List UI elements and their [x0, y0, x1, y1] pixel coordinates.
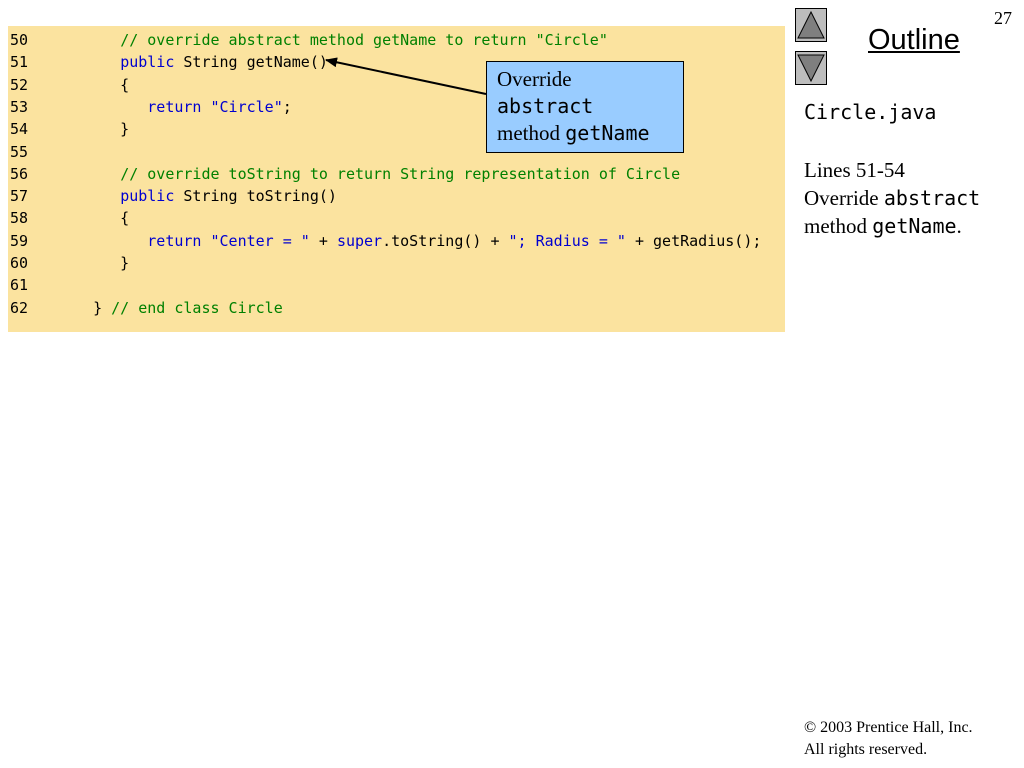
- code-token: "Center = ": [210, 231, 310, 250]
- code-line-2: 52 {: [8, 74, 129, 96]
- line-number: 56: [10, 164, 29, 183]
- line-number: 52: [10, 75, 29, 94]
- code-line-3: 53 return "Circle";: [8, 96, 292, 118]
- code-token: {: [66, 209, 130, 228]
- desc-line-1: Override abstract: [804, 184, 980, 212]
- callout-line-1: Override: [497, 67, 572, 91]
- line-number: 61: [10, 276, 29, 295]
- code-token: "Circle": [210, 97, 283, 116]
- line-number: 57: [10, 187, 29, 206]
- code-token: String toString(): [174, 187, 337, 206]
- callout-line-3-prefix: method: [497, 121, 566, 145]
- code-token: }: [66, 254, 130, 272]
- line-number: 53: [10, 97, 29, 116]
- down-triangle-icon: [797, 54, 825, 83]
- next-slide-button[interactable]: [795, 51, 827, 85]
- desc-period: .: [956, 214, 962, 238]
- line-number: 60: [10, 254, 29, 272]
- code-line-6: 56 // override toString to return String…: [8, 163, 680, 185]
- code-line-5: 55: [8, 141, 66, 163]
- code-token: // override toString to return String re…: [120, 164, 681, 183]
- callout-line-3-mono: getName: [565, 121, 650, 145]
- code-token: return: [147, 97, 202, 116]
- line-number: 51: [10, 53, 29, 72]
- code-token: // override abstract method getName to r…: [120, 31, 608, 49]
- code-token: return: [147, 231, 202, 250]
- desc-method: method: [804, 214, 873, 238]
- lines-label: Lines 51-54: [804, 158, 905, 182]
- code-token: // end class Circle: [111, 298, 283, 317]
- code-token: + getRadius();: [625, 231, 762, 250]
- up-triangle-icon: [797, 10, 825, 39]
- line-number: 58: [10, 209, 29, 228]
- code-token: ;: [282, 97, 292, 116]
- code-token: public: [120, 187, 175, 206]
- code-token: }: [66, 298, 112, 317]
- code-token: "; Radius = ": [508, 231, 626, 250]
- copyright: © 2003 Prentice Hall, Inc. All rights re…: [804, 717, 973, 761]
- code-token: public: [120, 53, 175, 72]
- code-line-12: 62 } // end class Circle: [8, 297, 283, 319]
- outline-link[interactable]: Outline: [868, 24, 960, 57]
- code-line-0: 50 // override abstract method getName t…: [8, 29, 608, 51]
- copyright-line-2: All rights reserved.: [804, 741, 928, 758]
- desc-line-2: method getName.: [804, 212, 980, 240]
- line-number: 62: [10, 298, 29, 317]
- line-number: 59: [10, 231, 29, 250]
- line-number: 55: [10, 142, 29, 161]
- copyright-line-1: © 2003 Prentice Hall, Inc.: [804, 719, 973, 736]
- code-line-4: 54 }: [8, 118, 129, 140]
- code-token: String getName(): [174, 53, 328, 72]
- sidebar-description: Lines 51-54 Override abstract method get…: [804, 156, 980, 240]
- code-line-10: 60 }: [8, 252, 129, 274]
- previous-slide-button[interactable]: [795, 8, 827, 42]
- code-line-1: 51 public String getName(): [8, 51, 328, 73]
- code-line-8: 58 {: [8, 207, 129, 229]
- line-number: 50: [10, 31, 29, 49]
- code-token: super: [336, 231, 383, 250]
- desc-override: Override: [804, 186, 884, 210]
- code-line-11: 61: [8, 274, 66, 296]
- desc-abstract: abstract: [883, 186, 981, 210]
- file-name: Circle.java: [804, 100, 937, 124]
- code-token: .toString() +: [382, 231, 509, 250]
- callout-box: Override abstract method getName: [486, 61, 684, 153]
- code-token: {: [66, 75, 130, 94]
- code-line-9: 59 return "Center = " + super.toString()…: [8, 230, 761, 252]
- callout-line-3: method getName: [497, 120, 673, 147]
- callout-line-2: abstract: [497, 94, 594, 118]
- desc-getname: getName: [872, 214, 957, 238]
- line-number: 54: [10, 120, 29, 139]
- slide-number: 27: [994, 8, 1012, 28]
- code-token: }: [66, 120, 130, 139]
- code-token: +: [309, 231, 337, 250]
- code-line-7: 57 public String toString(): [8, 185, 337, 207]
